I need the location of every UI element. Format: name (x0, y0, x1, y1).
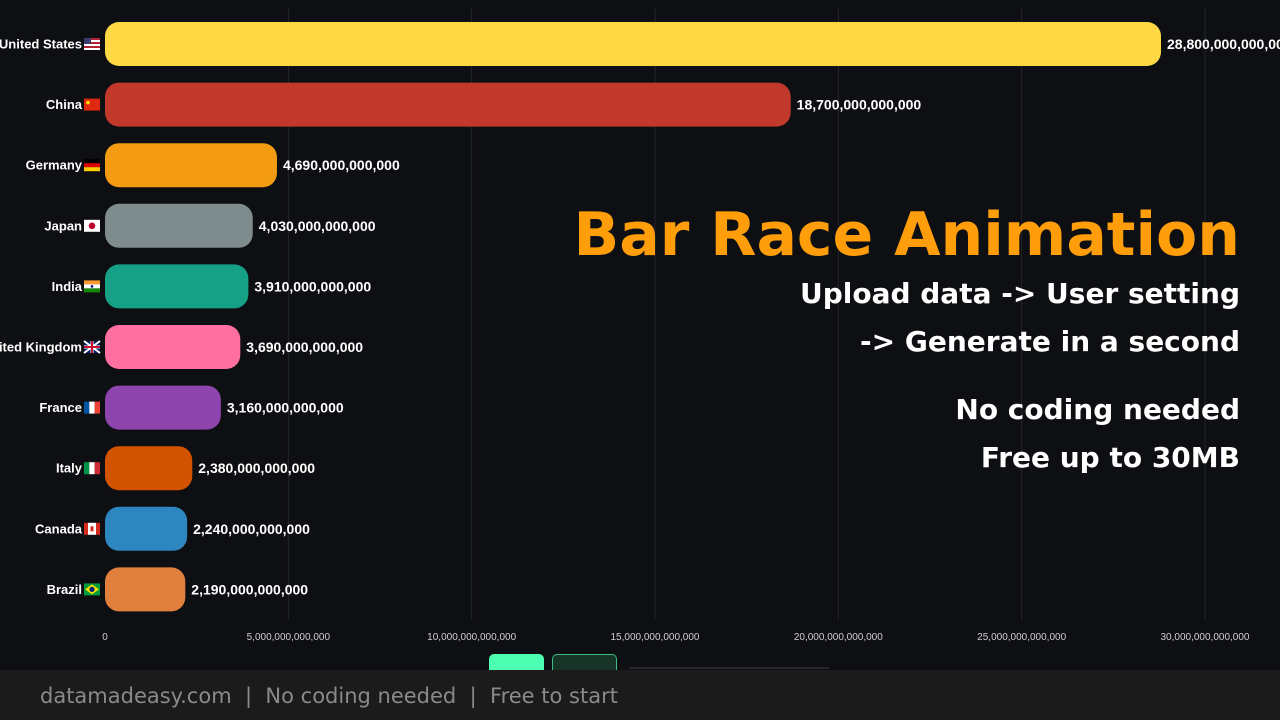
bar (105, 567, 186, 612)
value-label: 3,910,000,000,000 (254, 278, 371, 294)
bar (105, 506, 188, 551)
x-tick-label: 5,000,000,000,000 (247, 632, 331, 643)
x-tick-label: 25,000,000,000,000 (977, 632, 1066, 643)
category-label: Germany (26, 158, 83, 173)
canada-flag-icon (84, 522, 100, 535)
play-button[interactable] (489, 654, 544, 670)
value-label: 2,190,000,000,000 (191, 581, 308, 597)
bar (105, 203, 253, 248)
footer-bar: datamadeasy.com | No coding needed | Fre… (0, 670, 1280, 720)
timeline-slider[interactable] (629, 667, 829, 669)
promo-line-4: Free up to 30MB (980, 441, 1240, 474)
stage: 0 5,000,000,000,000 10,000,000,000,000 15,0… (0, 0, 1280, 720)
category-label: United Kingdom (0, 340, 82, 355)
footer-text: datamadeasy.com | No coding needed | Fre… (40, 684, 618, 708)
italy-flag-icon (84, 462, 100, 475)
bar (105, 82, 791, 127)
step-button[interactable] (552, 654, 617, 670)
value-label: 2,240,000,000,000 (193, 521, 310, 537)
value-label: 4,690,000,000,000 (283, 157, 400, 173)
category-label: Japan (44, 218, 82, 233)
bar (105, 22, 1161, 66)
x-tick-label: 0 (102, 632, 108, 643)
promo-title: Bar Race Animation (573, 200, 1240, 270)
category-label: Italy (56, 461, 83, 476)
x-tick-label: 30,000,000,000,000 (1161, 632, 1250, 643)
promo-line-3: No coding needed (955, 393, 1240, 426)
value-label: 4,030,000,000,000 (259, 218, 376, 234)
promo-overlay: Bar Race Animation Upload data -> User s… (574, 200, 1240, 482)
india-flag-icon (84, 280, 100, 293)
bar (105, 385, 221, 430)
bar (105, 446, 193, 491)
category-label: Brazil (47, 582, 82, 597)
promo-line-2: -> Generate in a second (860, 325, 1240, 358)
x-tick-label: 20,000,000,000,000 (794, 632, 883, 643)
uk-flag-icon (83, 340, 101, 354)
category-label: France (39, 400, 82, 415)
us-flag-icon (84, 38, 100, 50)
brazil-flag-icon (84, 583, 100, 596)
france-flag-icon (84, 401, 100, 414)
bar (105, 143, 277, 188)
category-label: United States (0, 37, 82, 52)
value-label: 3,690,000,000,000 (246, 339, 363, 355)
value-label: 3,160,000,000,000 (227, 400, 344, 416)
category-label: China (46, 97, 83, 112)
bar (105, 264, 249, 309)
category-label: India (52, 279, 83, 294)
value-label: 2,380,000,000,000 (198, 460, 315, 476)
germany-flag-icon (84, 159, 100, 172)
japan-flag-icon (84, 219, 100, 232)
china-flag-icon (84, 98, 100, 111)
value-label: 28,800,000,000,000 (1167, 36, 1280, 52)
x-tick-label: 10,000,000,000,000 (427, 632, 516, 643)
value-label: 18,700,000,000,000 (797, 97, 922, 113)
x-tick-label: 15,000,000,000,000 (611, 632, 700, 643)
promo-line-1: Upload data -> User setting (799, 277, 1240, 310)
category-label: Canada (35, 521, 83, 536)
bar (105, 325, 241, 369)
